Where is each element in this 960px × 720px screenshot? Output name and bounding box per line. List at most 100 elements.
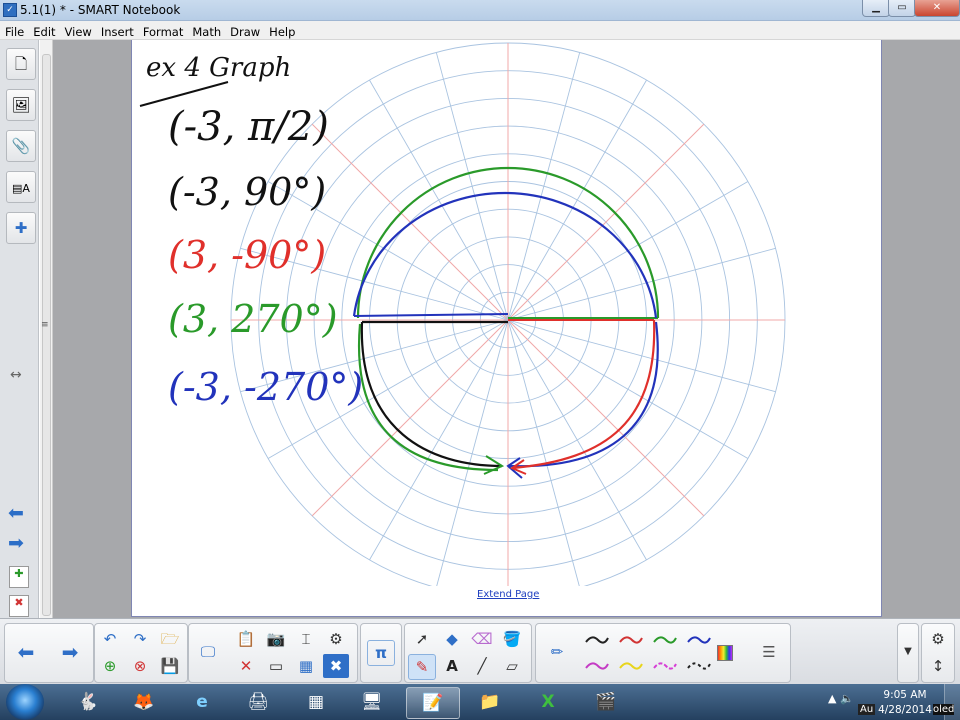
picture-icon: 🖼 [11, 96, 31, 114]
table-icon[interactable]: ▦ [293, 654, 319, 678]
windows-taskbar: 🐇 🦊 e 🖨 ▦ 🖥 📝 📁 X 🎬 ▲ 🔈 9:05 AM 4/28/201… [0, 684, 960, 720]
menu-file[interactable]: File [0, 23, 28, 39]
display-screen-icon[interactable]: 🖵 [195, 640, 221, 664]
close-button[interactable]: ✕ [914, 0, 960, 17]
delete-page-icon[interactable]: ✖ [9, 595, 29, 617]
pen-type-icon[interactable]: ✏ [544, 640, 570, 664]
document-camera-icon[interactable]: ⚙ [323, 627, 349, 651]
paperclip-icon: 📎 [11, 137, 31, 155]
menu-bar: File Edit View Insert Format Math Draw Help [0, 21, 960, 40]
redo-icon[interactable]: ↷ [127, 627, 153, 651]
math-group: π [360, 623, 402, 683]
taskbar-monitor-icon[interactable]: 🖥 [346, 687, 398, 717]
open-folder-icon[interactable]: 🗁 [157, 627, 183, 651]
full-screen-icon[interactable]: ▭ [263, 654, 289, 678]
menu-help[interactable]: Help [264, 23, 299, 39]
taskbar-rabbit-app-icon[interactable]: 🐇 [62, 687, 114, 717]
menu-view[interactable]: View [60, 23, 96, 39]
system-clock[interactable]: 9:05 AM 4/28/2014 [870, 688, 940, 718]
previous-page-button[interactable]: ⬅ [13, 640, 39, 664]
menu-insert[interactable]: Insert [96, 23, 138, 39]
pen-icon[interactable]: ✎ [408, 654, 436, 680]
minimize-button[interactable]: ▁ [862, 0, 890, 17]
show-desktop-button[interactable]: oled [933, 684, 960, 720]
polar-axis-line [311, 123, 509, 321]
side-panel-scrollbar[interactable]: ≡ [40, 40, 53, 618]
extend-page-link[interactable]: Extend Page [477, 589, 539, 600]
blue-arc-lower [507, 321, 659, 468]
next-page-arrow-icon[interactable]: ➡ [8, 532, 24, 554]
clock-date: 4/28/2014 [878, 704, 932, 716]
delete-icon[interactable]: ✕ [233, 654, 259, 678]
pen-properties-group: ✏ ☰ [535, 623, 791, 683]
polar-grid-spoke [369, 319, 509, 561]
add-page-icon[interactable]: ✚ [9, 566, 29, 588]
handwritten-coordinate: (3, 270°) [168, 297, 338, 341]
next-page-button[interactable]: ➡ [57, 640, 83, 664]
taskbar-scanner-icon[interactable]: 🖨 [232, 687, 284, 717]
menu-draw[interactable]: Draw [225, 23, 264, 39]
select-arrow-icon[interactable]: ➚ [409, 627, 435, 651]
shapes-icon[interactable]: ◆ [439, 627, 465, 651]
polar-grid-spoke [507, 319, 776, 393]
tray-flag-icon[interactable]: ▲ 🔈 [828, 692, 854, 705]
notebook-page[interactable]: ex 4 Graph (-3, π/2) (-3, 90°) (3, -90°) (3,… [131, 40, 882, 617]
polar-grid-spoke [435, 52, 509, 321]
app-window: ✓ 5.1(1) * - SMART Notebook ▁ ▭ ✕ File Ed… [0, 0, 960, 720]
undo-icon[interactable]: ↶ [97, 627, 123, 651]
taskbar-smart-notebook-icon[interactable]: 📝 [406, 687, 460, 719]
menu-math[interactable]: Math [187, 23, 225, 39]
nav-group: ⬅ ➡ [4, 623, 94, 683]
scrollbar-thumb[interactable] [42, 54, 51, 616]
resize-handle-icon[interactable]: ↔ [10, 367, 22, 383]
polar-grid-spoke [507, 319, 647, 561]
previous-page-arrow-icon[interactable]: ⬅ [8, 502, 24, 524]
drawing-tools-group: ➚ ◆ ⌫ 🪣 ✎ A ╱ ▱ [404, 623, 532, 683]
side-panel: 🗋 🖼 📎 ▤A ✚ ↔ ⬅ ➡ ✚ ✖ [0, 40, 39, 618]
paste-icon[interactable]: 📋 [233, 627, 259, 651]
page-sorter-tab[interactable]: 🗋 [6, 48, 36, 80]
chevron-down-icon[interactable]: ▼ [895, 640, 921, 664]
side-splitter-icon[interactable]: ≡ [41, 320, 49, 330]
polar-axis-line [507, 319, 705, 517]
menu-edit[interactable]: Edit [28, 23, 59, 39]
maximize-button[interactable]: ▭ [888, 0, 916, 17]
tools-group: 🖵 📋 📷 ⌶ ⚙ ✕ ▭ ▦ ✖ [188, 623, 358, 683]
taskbar-file-explorer-icon[interactable]: 📁 [464, 687, 516, 717]
taskbar-calculator-icon[interactable]: ▦ [290, 687, 342, 717]
taskbar-firefox-icon[interactable]: 🦊 [118, 687, 170, 717]
screen-shade-icon[interactable]: ⌶ [293, 627, 319, 651]
taskbar-internet-explorer-icon[interactable]: e [176, 687, 228, 717]
handwritten-coordinate: (-3, 90°) [168, 170, 326, 214]
menu-format[interactable]: Format [138, 23, 188, 39]
text-tool-icon[interactable]: A [439, 654, 465, 678]
pen-swatches[interactable] [580, 630, 730, 678]
math-tools-button[interactable]: π [367, 640, 395, 666]
close-presentation-icon[interactable]: ✖ [323, 654, 349, 678]
window-title: 5.1(1) * - SMART Notebook [20, 3, 181, 17]
eraser-icon[interactable]: ⌫ [469, 627, 495, 651]
page-canvas[interactable]: ex 4 Graph (-3, π/2) (-3, 90°) (3, -90°) (3,… [132, 40, 881, 586]
screen-capture-icon[interactable]: 📷 [263, 627, 289, 651]
black-arc [360, 321, 503, 468]
edit-group: ↶ ↷ 🗁 ⊕ ⊗ 💾 [94, 623, 188, 683]
delete-page-button[interactable]: ⊗ [127, 654, 153, 678]
start-button[interactable] [6, 684, 44, 720]
line-tool-icon[interactable]: ╱ [469, 654, 495, 678]
gallery-tab[interactable]: 🖼 [6, 89, 36, 121]
addons-tab[interactable]: ✚ [6, 212, 36, 244]
color-palette-icon[interactable] [712, 640, 738, 664]
add-page-button[interactable]: ⊕ [97, 654, 123, 678]
properties-tab[interactable]: ▤A [6, 171, 36, 203]
line-style-icon[interactable]: ☰ [756, 640, 782, 664]
eraser-tool-icon[interactable]: ▱ [499, 654, 525, 678]
gear-icon[interactable]: ⚙ [925, 627, 951, 651]
taskbar-excel-icon[interactable]: X [522, 687, 574, 717]
heading-underline [139, 81, 229, 107]
taskbar-recorder-icon[interactable]: 🎬 [580, 687, 632, 717]
save-icon[interactable]: 💾 [157, 654, 183, 678]
properties-icon: ▤A [12, 182, 30, 195]
attachments-tab[interactable]: 📎 [6, 130, 36, 162]
fill-icon[interactable]: 🪣 [499, 627, 525, 651]
move-toolbar-icon[interactable]: ↕ [925, 654, 951, 678]
